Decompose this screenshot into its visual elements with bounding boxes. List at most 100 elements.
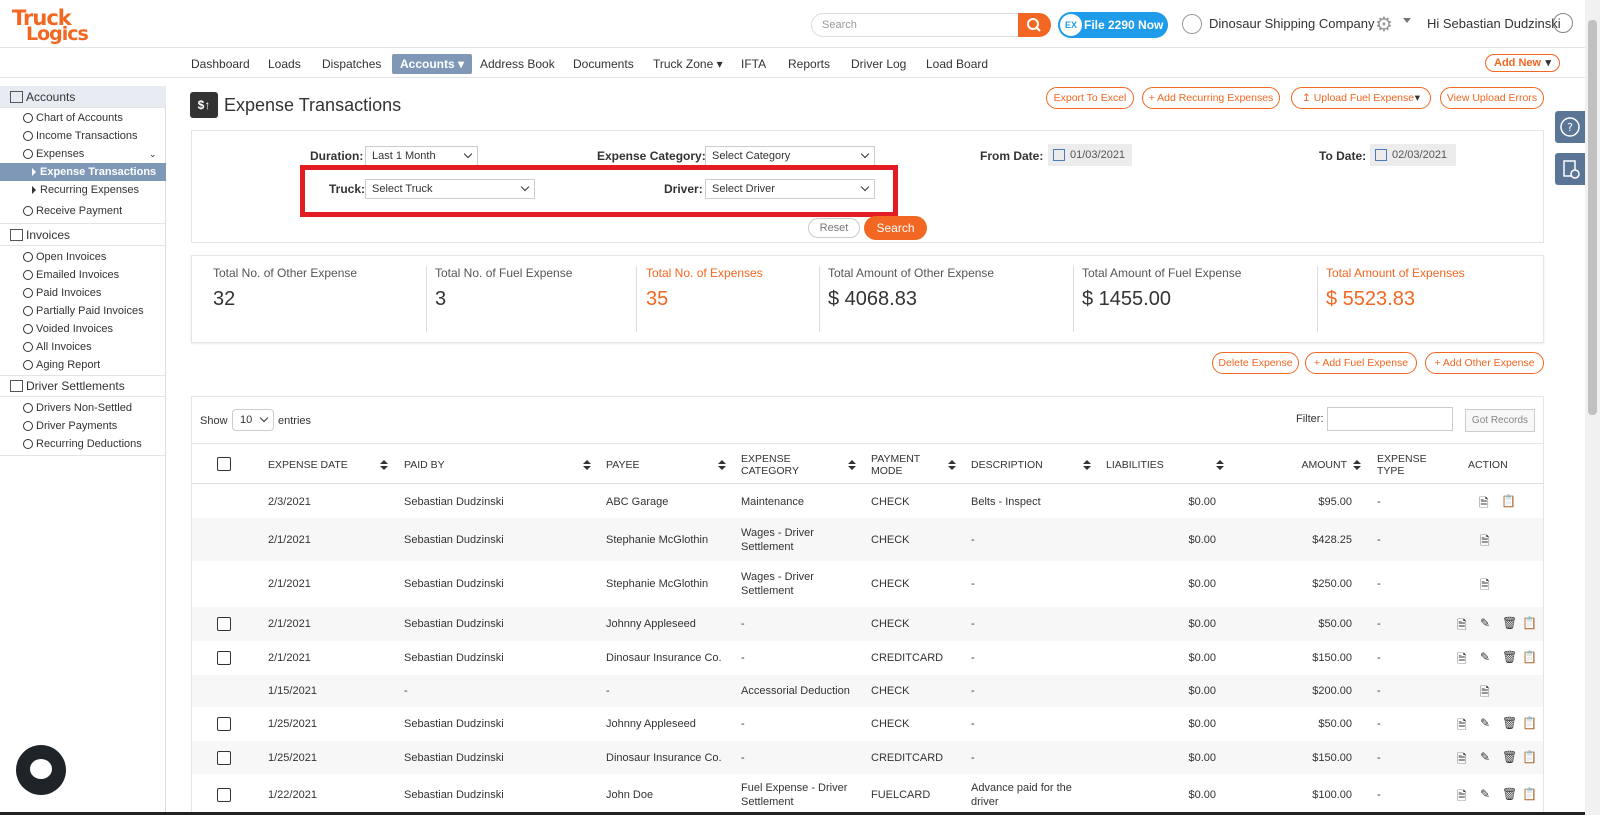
sidebar-section-invoices[interactable]: Invoices (0, 224, 166, 246)
help-icon[interactable]: ? (1555, 111, 1585, 143)
view-upload-errors-button[interactable]: View Upload Errors (1440, 87, 1544, 109)
sidebar-item-expenses[interactable]: Expenses ⌄ (0, 145, 166, 163)
got-records-button[interactable]: Got Records (1465, 409, 1535, 432)
col-paid-by[interactable]: PAID BY (404, 444, 494, 485)
copy-icon[interactable]: 📋 (1501, 494, 1516, 508)
sort-icon[interactable] (1083, 460, 1091, 470)
row-checkbox[interactable] (217, 717, 231, 731)
col-expense-category[interactable]: EXPENSE CATEGORY (741, 444, 821, 485)
sort-icon[interactable] (583, 460, 591, 470)
col-liabilities[interactable]: LIABILITIES (1106, 444, 1186, 485)
gear-icon[interactable]: ⚙ (1375, 12, 1393, 37)
sidebar-section-driver-settlements[interactable]: Driver Settlements (0, 375, 166, 397)
sidebar-item-voided-invoices[interactable]: Voided Invoices (0, 320, 166, 338)
nav-truck-zone[interactable]: Truck Zone ▾ (653, 54, 723, 74)
delete-icon[interactable]: 🗑 (1502, 616, 1517, 630)
view-icon[interactable]: 🗎 (1457, 750, 1467, 771)
expense-category-select[interactable]: Select Category (705, 146, 875, 166)
nav-dashboard[interactable]: Dashboard (191, 54, 250, 74)
sidebar-item-open-invoices[interactable]: Open Invoices (0, 248, 166, 266)
nav-accounts[interactable]: Accounts ▾ (392, 54, 473, 74)
copy-icon[interactable]: 📋 (1522, 616, 1537, 630)
delete-expense-button[interactable]: Delete Expense (1212, 352, 1299, 374)
sidebar-item-chart-of-accounts[interactable]: Chart of Accounts (0, 109, 166, 127)
edit-icon[interactable]: ✎ (1480, 616, 1490, 630)
sidebar-item-paid-invoices[interactable]: Paid Invoices (0, 284, 166, 302)
report-icon[interactable] (1555, 153, 1585, 185)
select-all-checkbox[interactable] (217, 457, 231, 471)
sidebar-item-income-transactions[interactable]: Income Transactions (0, 127, 166, 145)
col-description[interactable]: DESCRIPTION (971, 444, 1061, 485)
logo[interactable]: Truck Logics (10, 6, 95, 45)
upload-fuel-expense-button[interactable]: ↥ Upload Fuel Expense ▾ (1291, 87, 1431, 109)
user-icon[interactable] (1553, 13, 1573, 33)
view-icon[interactable]: 🗎 (1457, 616, 1467, 637)
user-greeting[interactable]: Hi Sebastian Dudzinski (1427, 16, 1561, 31)
sidebar-item-expense-transactions[interactable]: Expense Transactions (0, 163, 166, 181)
copy-icon[interactable]: 📋 (1522, 716, 1537, 730)
add-new-button[interactable]: Add New ▾ (1485, 54, 1560, 72)
edit-icon[interactable]: ✎ (1480, 716, 1490, 730)
sort-icon[interactable] (1353, 460, 1361, 470)
export-excel-button[interactable]: Export To Excel (1046, 87, 1134, 109)
copy-icon[interactable]: 📋 (1522, 787, 1537, 801)
delete-icon[interactable]: 🗑 (1502, 787, 1517, 801)
sidebar-item-drivers-non-settled[interactable]: Drivers Non-Settled (0, 399, 166, 417)
entries-select[interactable]: 10 (232, 409, 274, 431)
view-icon[interactable]: 🗎 (1457, 650, 1467, 671)
col-expense-type[interactable]: EXPENSE TYPE (1377, 444, 1437, 485)
nav-ifta[interactable]: IFTA (741, 54, 766, 74)
sidebar-item-aging-report[interactable]: Aging Report (0, 356, 166, 374)
sort-icon[interactable] (848, 460, 856, 470)
reset-button[interactable]: Reset (808, 218, 860, 238)
delete-icon[interactable]: 🗑 (1502, 750, 1517, 764)
edit-icon[interactable]: ✎ (1480, 650, 1490, 664)
edit-icon[interactable]: ✎ (1480, 787, 1490, 801)
nav-dispatches[interactable]: Dispatches (322, 54, 381, 74)
search-button[interactable] (1018, 13, 1051, 37)
copy-icon[interactable]: 📋 (1522, 750, 1537, 764)
view-icon[interactable]: 🗎 (1457, 716, 1467, 737)
sort-icon[interactable] (948, 460, 956, 470)
sort-icon[interactable] (718, 460, 726, 470)
sort-icon[interactable] (380, 460, 388, 470)
file-2290-button[interactable]: EX File 2290 Now (1058, 12, 1168, 38)
delete-icon[interactable]: 🗑 (1502, 716, 1517, 730)
nav-address-book[interactable]: Address Book (480, 54, 555, 74)
delete-icon[interactable]: 🗑 (1502, 650, 1517, 664)
row-checkbox[interactable] (217, 788, 231, 802)
row-checkbox[interactable] (217, 651, 231, 665)
sidebar-section-accounts[interactable]: Accounts (0, 86, 166, 108)
nav-load-board[interactable]: Load Board (926, 54, 988, 74)
row-checkbox[interactable] (217, 617, 231, 631)
col-expense-date[interactable]: EXPENSE DATE (268, 444, 358, 485)
sidebar-item-recurring-deductions[interactable]: Recurring Deductions (0, 435, 166, 453)
duration-select[interactable]: Last 1 Month (365, 146, 478, 166)
sort-icon[interactable] (1216, 460, 1224, 470)
col-amount[interactable]: AMOUNT (1272, 444, 1348, 485)
scrollbar[interactable] (1585, 0, 1600, 815)
col-payment-mode[interactable]: PAYMENT MODE (871, 444, 941, 485)
to-date-input[interactable]: 02/03/2021 (1370, 144, 1456, 166)
view-icon[interactable]: 🗎 (1480, 683, 1490, 704)
nav-reports[interactable]: Reports (788, 54, 830, 74)
sidebar-item-all-invoices[interactable]: All Invoices (0, 338, 166, 356)
company-name[interactable]: Dinosaur Shipping Company (1209, 16, 1374, 31)
view-icon[interactable]: 🗎 (1457, 787, 1467, 808)
nav-driver-log[interactable]: Driver Log (851, 54, 906, 74)
from-date-input[interactable]: 01/03/2021 (1048, 144, 1132, 166)
view-icon[interactable]: 🗎 (1480, 532, 1490, 553)
add-other-expense-button[interactable]: + Add Other Expense (1425, 352, 1544, 374)
col-payee[interactable]: PAYEE (606, 444, 696, 485)
nav-documents[interactable]: Documents (573, 54, 634, 74)
chevron-down-icon[interactable] (1403, 18, 1411, 23)
filter-input[interactable] (1327, 407, 1453, 431)
sidebar-item-receive-payment[interactable]: Receive Payment (0, 202, 166, 220)
chat-button[interactable] (16, 745, 66, 795)
view-icon[interactable]: 🗎 (1480, 576, 1490, 597)
filter-search-button[interactable]: Search (864, 216, 927, 240)
nav-loads[interactable]: Loads (268, 54, 301, 74)
sidebar-item-partially-paid-invoices[interactable]: Partially Paid Invoices (0, 302, 166, 320)
add-recurring-expenses-button[interactable]: + Add Recurring Expenses (1142, 87, 1280, 109)
scrollbar-thumb[interactable] (1588, 20, 1597, 415)
